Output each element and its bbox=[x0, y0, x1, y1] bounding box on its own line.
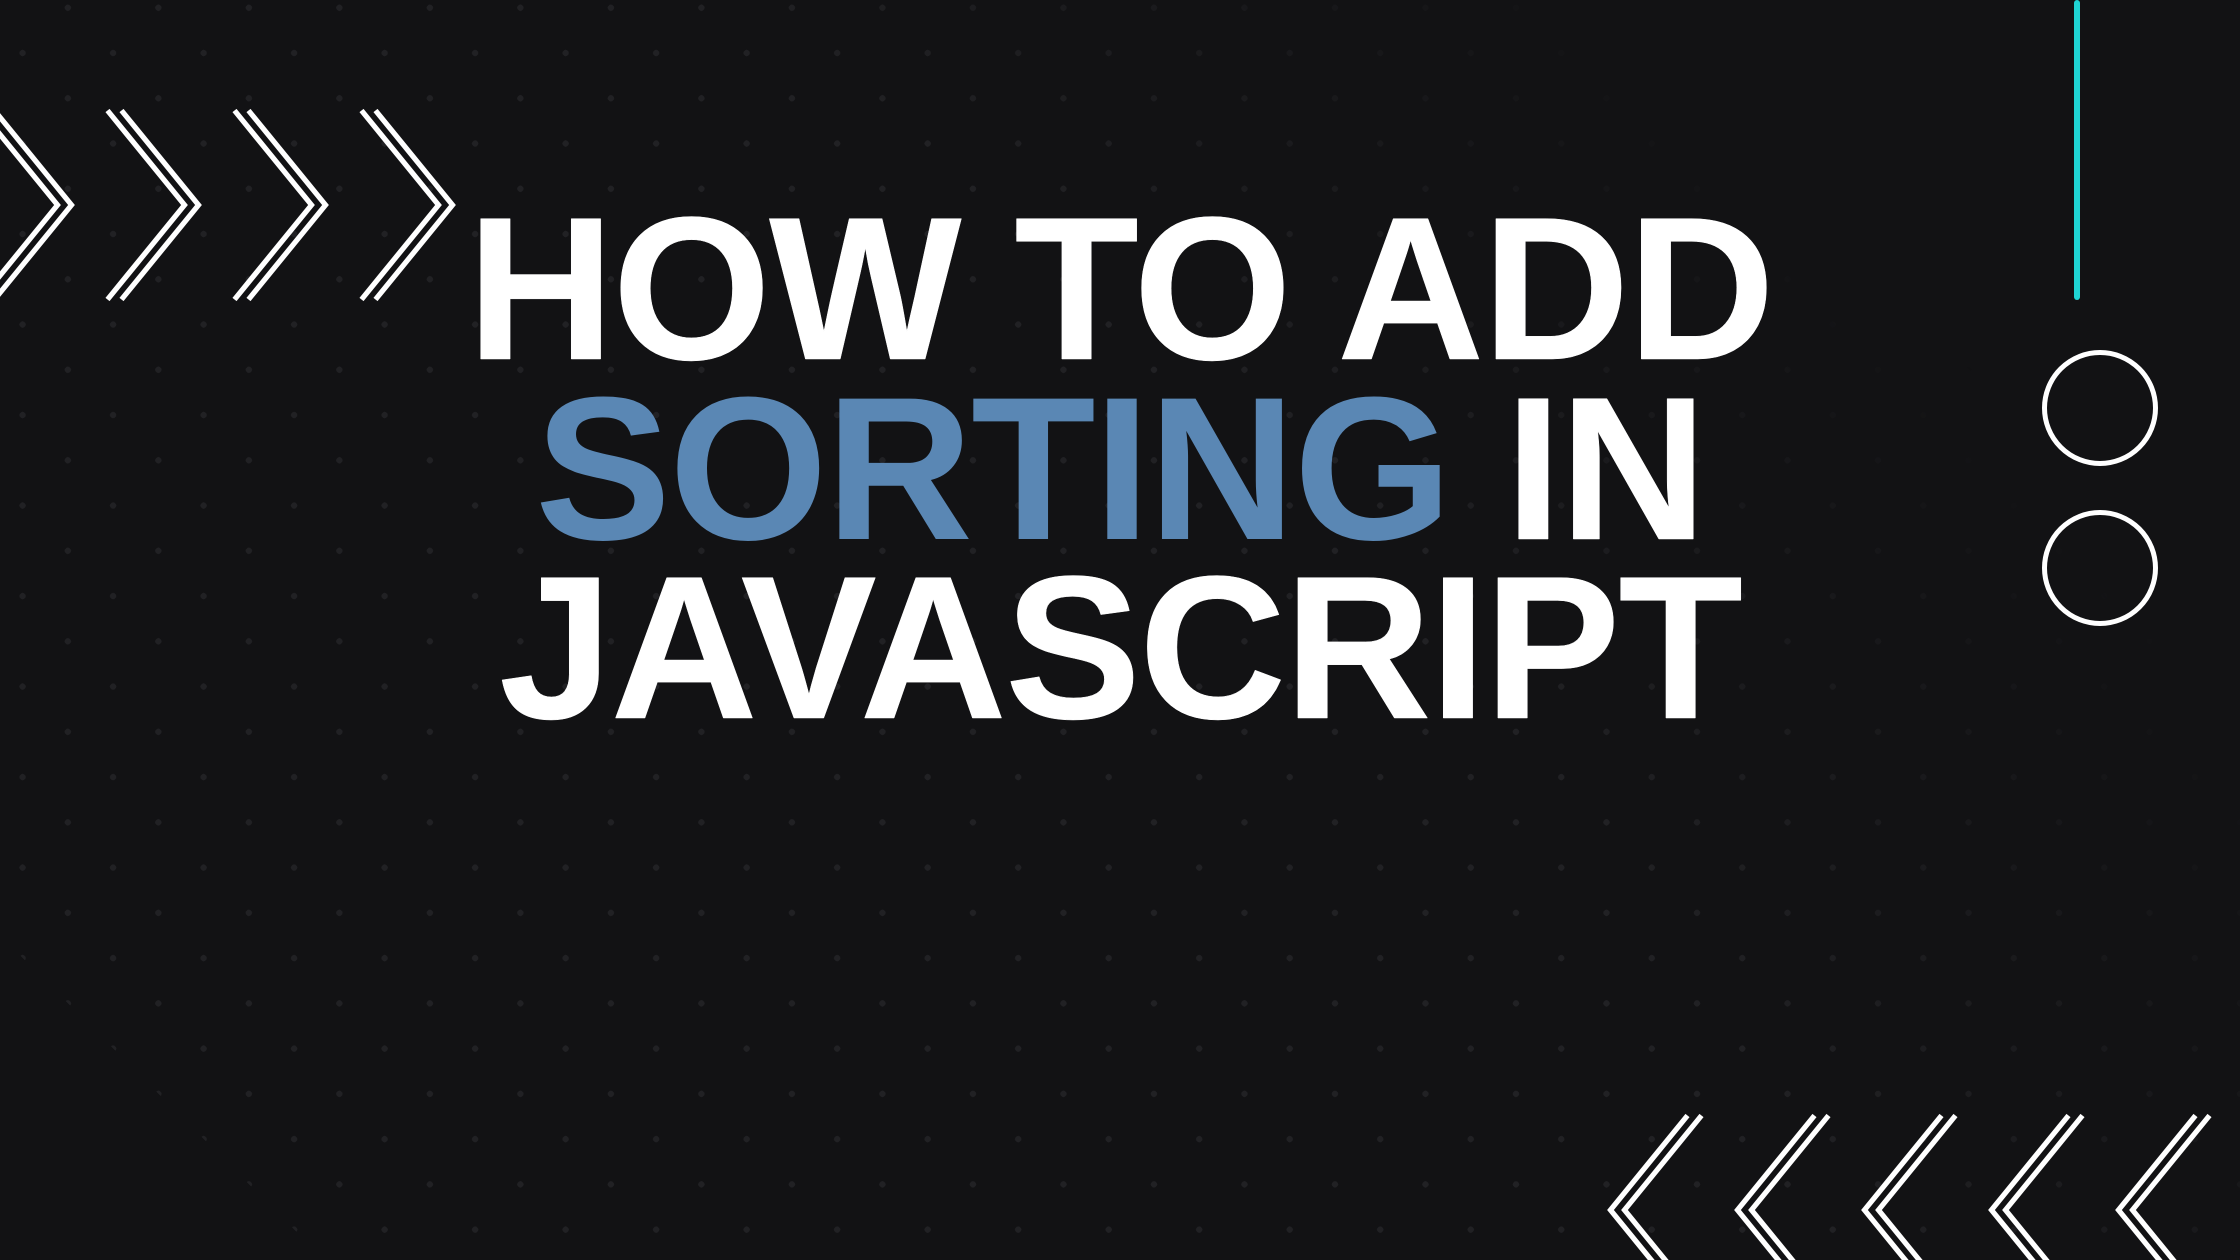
chevron-left-icon bbox=[1988, 1105, 2093, 1260]
chevron-left-icon bbox=[2115, 1105, 2220, 1260]
chevron-left-icon bbox=[1861, 1105, 1966, 1260]
headline-line-3: JAVASCRIPT bbox=[80, 559, 2160, 739]
headline-line-2: SORTING IN bbox=[80, 380, 2160, 560]
chevron-group-bottom-right bbox=[1607, 1105, 2220, 1260]
headline-line-1: HOW TO ADD bbox=[80, 200, 2160, 380]
chevron-left-icon bbox=[1607, 1105, 1712, 1260]
headline: HOW TO ADD SORTING IN JAVASCRIPT bbox=[0, 200, 2240, 739]
chevron-left-icon bbox=[1734, 1105, 1839, 1260]
